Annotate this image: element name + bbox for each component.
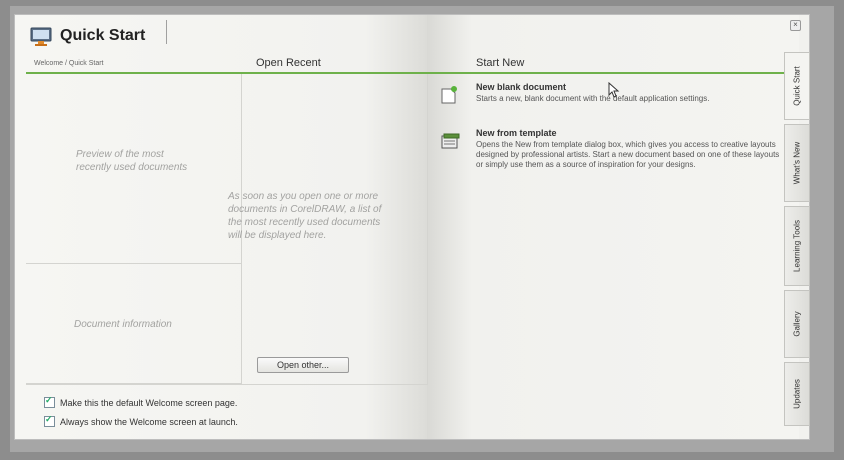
default-page-checkbox[interactable] [44,395,55,408]
recent-empty-text: As soon as you open one or more document… [228,191,382,241]
default-page-option[interactable]: Make this the default Welcome screen pag… [44,395,238,408]
close-icon[interactable]: × [790,20,801,31]
tab-quick-start[interactable]: Quick Start [784,52,810,120]
tab-updates-label: Updates [792,379,802,409]
new-blank-document-title[interactable]: New blank document [476,82,566,92]
preview-text: Preview of the most recently used docume… [76,149,188,173]
new-document-icon [440,86,458,109]
accent-line-right [426,72,794,74]
tab-learning-tools[interactable]: Learning Tools [784,206,810,286]
open-recent-heading: Open Recent [256,57,321,69]
start-new-heading: Start New [476,57,525,69]
tab-quick-start-label: Quick Start [792,66,802,106]
open-other-button[interactable]: Open other... [257,357,349,373]
title-tab: Quick Start [30,22,145,50]
right-page [427,15,799,439]
tab-gallery[interactable]: Gallery [784,290,810,358]
footer-divider [26,384,428,385]
template-icon [440,132,460,155]
tab-updates[interactable]: Updates [784,362,810,426]
document-info-text: Document information [74,319,172,330]
show-at-launch-checkbox[interactable] [44,414,55,427]
quick-start-icon [30,27,52,46]
page-title: Quick Start [60,27,146,44]
tab-learning-tools-label: Learning Tools [792,220,802,272]
new-from-template-title[interactable]: New from template [476,128,557,138]
show-at-launch-label: Always show the Welcome screen at launch… [60,416,238,427]
new-from-template-desc: Opens the New from template dialog box, … [476,140,780,169]
tab-gallery-label: Gallery [792,311,802,337]
side-tab-strip: Quick Start What's New Learning Tools Ga… [784,42,812,430]
tab-whats-new[interactable]: What's New [784,124,810,202]
document-info-panel: Document information [26,264,242,384]
tab-whats-new-label: What's New [792,141,802,185]
preview-panel: Preview of the most recently used docume… [26,74,242,264]
mouse-cursor-icon [608,81,620,103]
title-separator [166,20,167,44]
default-page-label: Make this the default Welcome screen pag… [60,397,238,408]
breadcrumb[interactable]: Welcome / Quick Start [34,60,104,67]
recent-panel: As soon as you open one or more document… [228,74,428,384]
show-at-launch-option[interactable]: Always show the Welcome screen at launch… [44,414,238,427]
new-blank-document-desc: Starts a new, blank document with the de… [476,94,710,103]
